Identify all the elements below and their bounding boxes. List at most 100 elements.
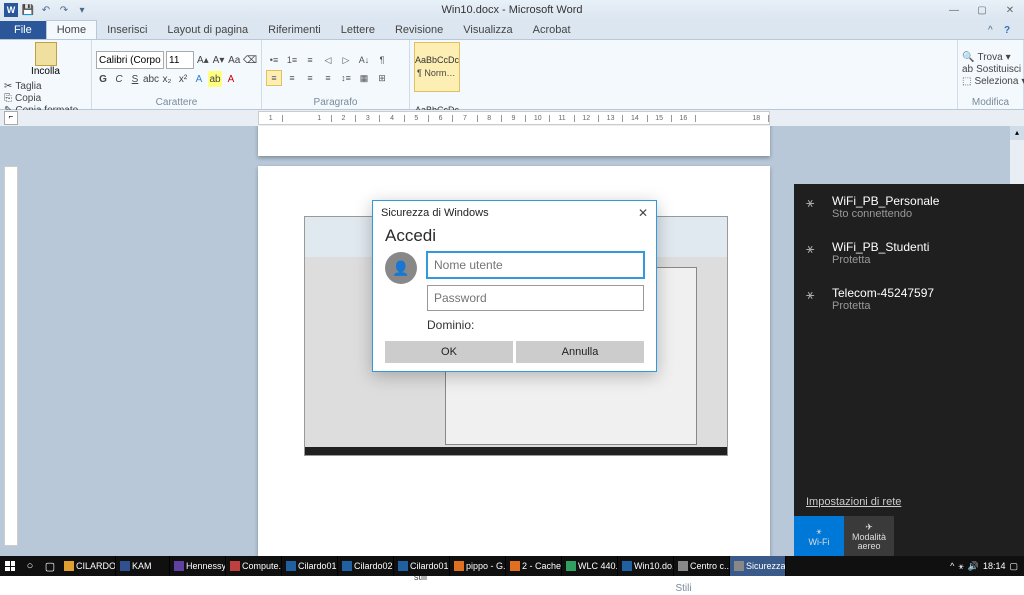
undo-icon[interactable]: ↶ — [38, 2, 54, 18]
taskbar-app-icon — [230, 561, 240, 571]
align-center-icon[interactable]: ≡ — [284, 70, 300, 86]
tab-file[interactable]: File — [0, 21, 46, 39]
wifi-network-1[interactable]: ⚹WiFi_PB_StudentiProtetta — [794, 230, 1024, 276]
font-color-icon[interactable]: A — [224, 71, 238, 87]
wifi-network-2[interactable]: ⚹Telecom-45247597Protetta — [794, 276, 1024, 322]
multilevel-icon[interactable]: ≡ — [302, 52, 318, 68]
select-button[interactable]: ⬚Seleziona ▾ — [962, 76, 1019, 87]
start-button[interactable] — [0, 556, 20, 576]
taskbar-item-0[interactable]: CILARDO... — [60, 556, 116, 576]
ribbon-minimize-icon[interactable]: ^ — [988, 25, 1002, 39]
tab-view[interactable]: Visualizza — [453, 21, 522, 39]
text-effects-icon[interactable]: A — [192, 71, 206, 87]
align-left-icon[interactable]: ≡ — [266, 70, 282, 86]
borders-icon[interactable]: ⊞ — [374, 70, 390, 86]
show-marks-icon[interactable]: ¶ — [374, 52, 390, 68]
page-1-bottom[interactable] — [258, 126, 770, 156]
italic-button[interactable]: C — [112, 71, 126, 87]
taskbar-item-1[interactable]: KAM — [116, 556, 170, 576]
justify-icon[interactable]: ≡ — [320, 70, 336, 86]
qat-more-icon[interactable]: ▾ — [74, 2, 90, 18]
wifi-toggle[interactable]: ⚹ Wi-Fi — [794, 516, 844, 556]
styles-group-label: Stili — [414, 582, 953, 595]
redo-icon[interactable]: ↷ — [56, 2, 72, 18]
underline-button[interactable]: S — [128, 71, 142, 87]
bold-button[interactable]: G — [96, 71, 110, 87]
taskview-icon[interactable]: ▢ — [40, 560, 60, 573]
taskbar-item-9[interactable]: WLC 440... — [562, 556, 618, 576]
paste-button[interactable]: Incolla — [4, 42, 87, 77]
taskbar-item-4[interactable]: Cilardo01... — [282, 556, 338, 576]
wifi-icon: ⚹ — [816, 526, 821, 537]
username-input[interactable] — [427, 252, 644, 278]
outdent-icon[interactable]: ◁ — [320, 52, 336, 68]
taskbar-item-8[interactable]: 2 - Cache... — [506, 556, 562, 576]
tray-chevron-icon[interactable]: ^ — [950, 561, 954, 571]
tab-home[interactable]: Home — [46, 20, 97, 39]
taskbar-item-11[interactable]: Centro c... — [674, 556, 730, 576]
subscript-button[interactable]: x₂ — [160, 71, 174, 87]
cancel-button[interactable]: Annulla — [516, 341, 644, 363]
action-center-icon[interactable]: ▢ — [1009, 561, 1018, 572]
horizontal-ruler[interactable]: 11234567891011121314151618 — [258, 111, 770, 125]
tab-acrobat[interactable]: Acrobat — [523, 21, 581, 39]
tab-insert[interactable]: Inserisci — [97, 21, 157, 39]
clock[interactable]: 18:14 — [983, 561, 1006, 571]
superscript-button[interactable]: x² — [176, 71, 190, 87]
bullets-icon[interactable]: •≡ — [266, 52, 282, 68]
tab-layout[interactable]: Layout di pagina — [157, 21, 258, 39]
tab-letters[interactable]: Lettere — [331, 21, 385, 39]
font-name-select[interactable] — [96, 51, 164, 69]
scroll-up-icon[interactable]: ▴ — [1010, 126, 1024, 140]
taskbar-item-12[interactable]: Sicurezza ... — [730, 556, 786, 576]
taskbar-item-3[interactable]: Compute... — [226, 556, 282, 576]
restore-icon[interactable]: ▢ — [968, 1, 996, 19]
tab-review[interactable]: Revisione — [385, 21, 453, 39]
dialog-close-icon[interactable]: ✕ — [638, 206, 648, 220]
close-icon[interactable]: ✕ — [996, 1, 1024, 19]
minimize-icon[interactable]: — — [940, 1, 968, 19]
replace-button[interactable]: abSostituisci — [962, 64, 1019, 75]
line-spacing-icon[interactable]: ↕≡ — [338, 70, 354, 86]
vertical-ruler[interactable] — [4, 166, 18, 546]
numbering-icon[interactable]: 1≡ — [284, 52, 300, 68]
taskbar-app-icon — [120, 561, 130, 571]
highlight-icon[interactable]: ab — [208, 71, 222, 87]
ok-button[interactable]: OK — [385, 341, 513, 363]
font-size-select[interactable] — [166, 51, 194, 69]
save-icon[interactable]: 💾 — [20, 2, 36, 18]
copy-button[interactable]: ⎘Copia — [4, 93, 87, 104]
clear-format-icon[interactable]: ⌫ — [243, 52, 257, 68]
taskbar: ○ ▢ CILARDO...KAMHennessy...Compute...Ci… — [0, 556, 1024, 576]
change-case-icon[interactable]: Aa — [227, 52, 241, 68]
airplane-toggle[interactable]: ✈ Modalità aereo — [844, 516, 894, 556]
document-title: Win10.docx - Microsoft Word — [441, 4, 582, 16]
paste-icon — [35, 42, 57, 66]
help-icon[interactable]: ? — [1004, 25, 1018, 39]
taskbar-item-10[interactable]: Win10.do... — [618, 556, 674, 576]
taskbar-app-icon — [342, 561, 352, 571]
taskbar-item-2[interactable]: Hennessy... — [170, 556, 226, 576]
style-item-0[interactable]: AaBbCcDc¶ Normale — [414, 42, 460, 92]
grow-font-icon[interactable]: A▴ — [196, 52, 210, 68]
align-right-icon[interactable]: ≡ — [302, 70, 318, 86]
taskbar-item-7[interactable]: pippo - G... — [450, 556, 506, 576]
ruler-corner[interactable]: ⌐ — [4, 111, 18, 125]
wifi-signal-icon: ⚹ — [806, 194, 822, 220]
taskbar-item-6[interactable]: Cilardo01... — [394, 556, 450, 576]
network-settings-link[interactable]: Impostazioni di rete — [794, 490, 1024, 514]
wifi-network-0[interactable]: ⚹WiFi_PB_PersonaleSto connettendo — [794, 184, 1024, 230]
sort-icon[interactable]: A↓ — [356, 52, 372, 68]
password-input[interactable] — [427, 285, 644, 311]
search-icon[interactable]: ○ — [20, 560, 40, 572]
tray-volume-icon[interactable]: 🔊 — [968, 561, 979, 572]
tray-wifi-icon[interactable]: ⚹ — [958, 561, 963, 572]
cut-button[interactable]: ✂Taglia — [4, 81, 87, 92]
find-button[interactable]: 🔍Trova ▾ — [962, 52, 1019, 63]
taskbar-item-5[interactable]: Cilardo02... — [338, 556, 394, 576]
indent-icon[interactable]: ▷ — [338, 52, 354, 68]
strike-button[interactable]: abc — [144, 71, 158, 87]
tab-references[interactable]: Riferimenti — [258, 21, 331, 39]
shrink-font-icon[interactable]: A▾ — [212, 52, 226, 68]
shading-icon[interactable]: ▦ — [356, 70, 372, 86]
